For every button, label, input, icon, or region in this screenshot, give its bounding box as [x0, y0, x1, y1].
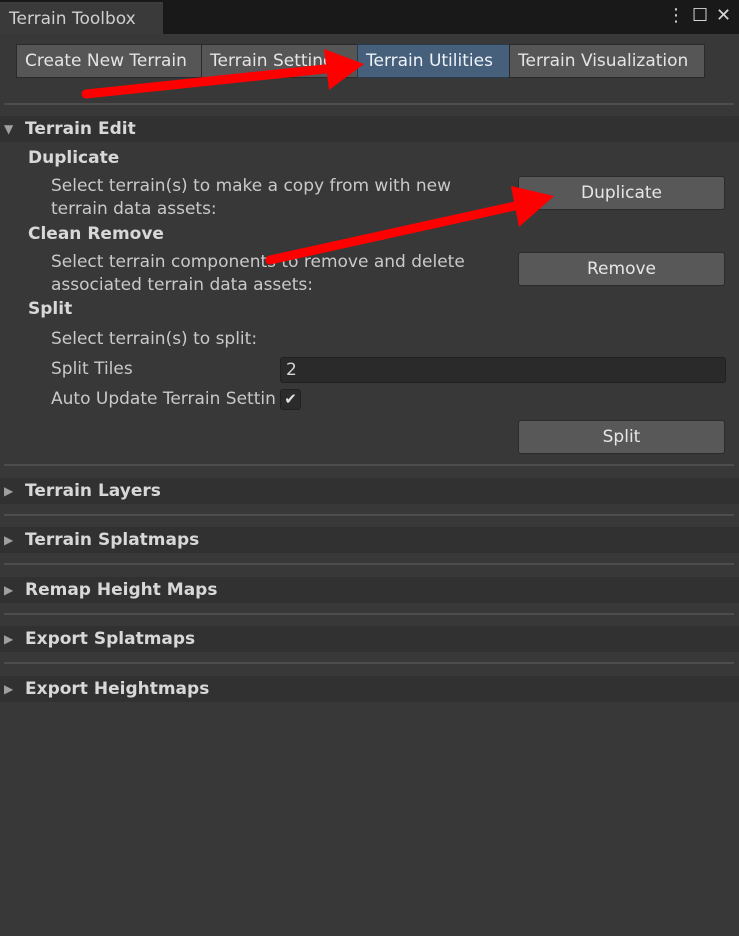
annotation-arrow-to-duplicate-button: [265, 186, 554, 265]
annotation-arrows: [81, 49, 554, 265]
annotation-arrow-to-utilities-tab: [81, 49, 364, 99]
